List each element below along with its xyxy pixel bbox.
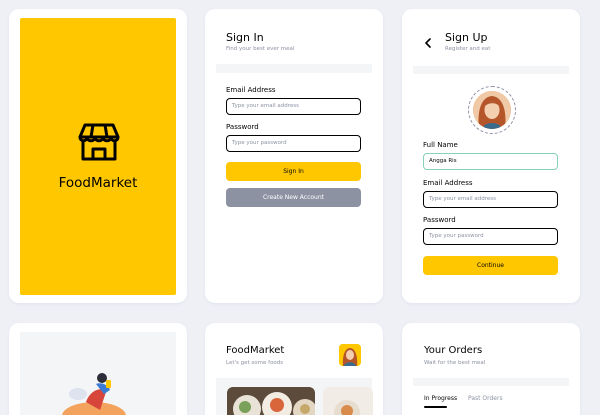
page-title: Your Orders (424, 345, 483, 356)
orders-screen-card: Your Orders Wait for the best meal In Pr… (402, 323, 580, 415)
password-field[interactable]: Type your password (226, 135, 361, 152)
onboarding-illustration-card (9, 323, 187, 415)
splash-background: FoodMarket (20, 18, 176, 295)
page-subtitle: Register and eat (445, 46, 491, 52)
header-divider (413, 66, 569, 74)
tab-in-progress[interactable]: In Progress (424, 395, 457, 402)
password-label: Password (226, 123, 259, 131)
page-subtitle: Let's get some foods (226, 360, 284, 366)
splash-screen-card: FoodMarket (9, 9, 187, 303)
avatar[interactable] (339, 344, 361, 366)
home-screen-card: FoodMarket Let's get some foods (205, 323, 383, 415)
create-account-button[interactable]: Create New Account (226, 188, 361, 207)
food-card[interactable] (227, 387, 315, 415)
password-label: Password (423, 216, 456, 224)
food-card[interactable] (323, 387, 373, 415)
food-image (227, 387, 315, 415)
page-subtitle: Wait for the best meal (424, 360, 486, 366)
tab-past-orders[interactable]: Past Orders (468, 395, 503, 402)
profile-photo-image (473, 91, 511, 129)
sign-up-screen-card: Sign Up Register and eat Full Name Angga… (402, 9, 580, 303)
continue-button[interactable]: Continue (423, 256, 558, 275)
illustration-image (62, 373, 126, 415)
sign-in-screen-card: Sign In Find your best ever meal Email A… (205, 9, 383, 303)
full-name-field[interactable]: Angga Ris (423, 153, 558, 170)
avatar-upload[interactable] (468, 86, 516, 134)
page-title: Sign Up (445, 31, 488, 44)
password-field[interactable]: Type your password (423, 228, 558, 245)
active-tab-indicator (424, 406, 447, 408)
page-title: Sign In (226, 31, 264, 44)
full-name-label: Full Name (423, 141, 458, 149)
email-field[interactable]: Type your email address (226, 98, 361, 115)
back-arrow-icon[interactable] (424, 38, 432, 48)
food-image (323, 387, 373, 415)
page-title: FoodMarket (226, 345, 285, 356)
email-label: Email Address (423, 179, 473, 187)
profile-photo-image (339, 344, 361, 366)
header-divider (216, 64, 372, 73)
illustration-background (20, 332, 176, 415)
sign-in-button[interactable]: Sign In (226, 162, 361, 181)
header-divider (413, 378, 569, 386)
avatar (473, 91, 511, 129)
app-title: FoodMarket (58, 175, 138, 191)
storefront-icon (78, 123, 120, 161)
page-subtitle: Find your best ever meal (226, 46, 295, 52)
email-label: Email Address (226, 86, 276, 94)
email-field[interactable]: Type your email address (423, 191, 558, 208)
